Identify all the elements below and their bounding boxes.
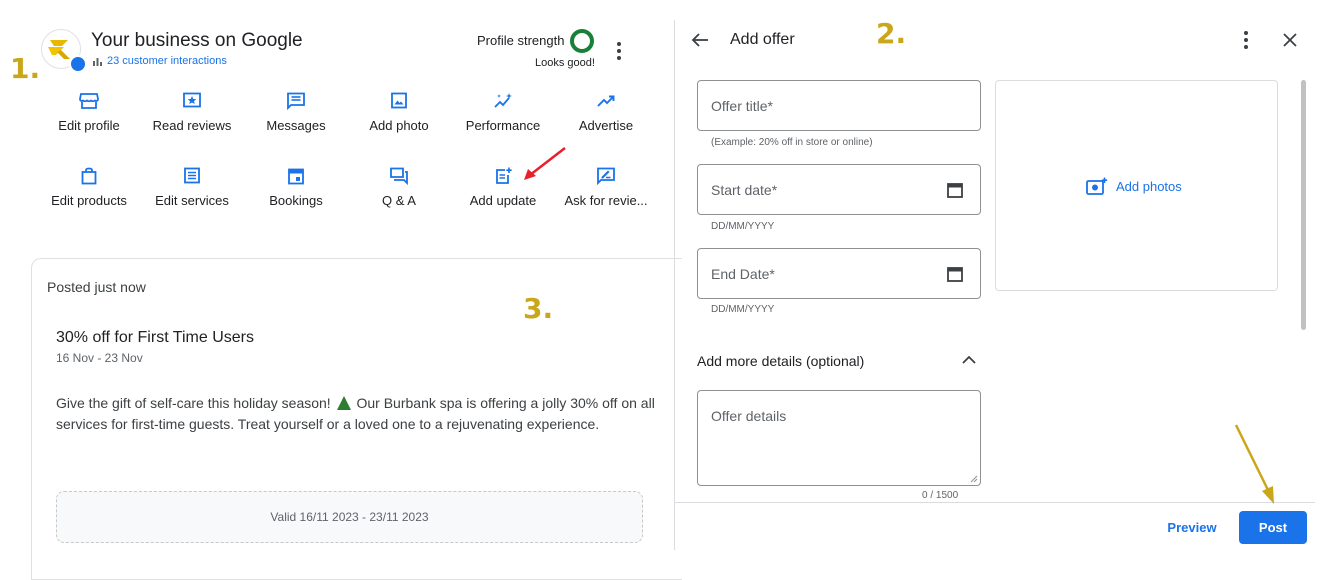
christmas-tree-icon [336, 396, 351, 410]
gold-annotation-arrow-icon [1234, 424, 1274, 504]
bookings-button[interactable]: Bookings [250, 167, 342, 208]
back-arrow-icon[interactable] [690, 30, 712, 50]
advertise-button[interactable]: Advertise [560, 92, 652, 133]
profile-strength-status: Looks good! [535, 57, 595, 69]
offer-title-helper: (Example: 20% off in store or online) [711, 137, 873, 148]
advertise-label: Advertise [578, 118, 634, 133]
post-add-icon [496, 167, 512, 184]
step-2-annotation: 2. [876, 17, 907, 50]
qa-label: Q & A [382, 193, 416, 208]
performance-button[interactable]: Performance [457, 92, 549, 133]
character-counter: 0 / 1500 [922, 490, 959, 501]
offer-details-textarea[interactable]: Offer details [697, 390, 981, 486]
post-button[interactable]: Post [1239, 511, 1307, 544]
photo-icon [391, 92, 407, 109]
edit-profile-label: Edit profile [58, 118, 120, 133]
edit-services-label: Edit services [155, 193, 229, 208]
star-review-icon [183, 92, 201, 108]
step-1-annotation: 1. [10, 52, 41, 85]
validity-box: Valid 16/11 2023 - 23/11 2023 [56, 491, 643, 543]
end-date-placeholder: End Date* [711, 266, 775, 282]
messages-button[interactable]: Messages [250, 92, 342, 133]
start-date-helper: DD/MM/YYYY [711, 221, 775, 232]
add-photo-button[interactable]: Add photo [353, 92, 445, 133]
post-title: 30% off for First Time Users [56, 329, 254, 346]
start-date-placeholder: Start date* [711, 182, 778, 198]
profile-strength-ring-icon[interactable] [570, 29, 594, 53]
rate-review-icon [597, 167, 615, 185]
edit-products-label: Edit products [51, 193, 127, 208]
list-icon [184, 167, 200, 184]
add-photo-label: Add photo [369, 118, 429, 133]
add-photos-button[interactable]: Add photos [1086, 177, 1182, 195]
shopping-bag-icon [81, 167, 97, 185]
message-icon [287, 92, 305, 110]
messages-label: Messages [266, 118, 326, 133]
profile-strength-label: Profile strength [477, 33, 565, 48]
offer-details-placeholder: Offer details [711, 408, 787, 424]
resize-handle-icon[interactable] [970, 475, 978, 483]
add-update-label: Add update [469, 193, 537, 208]
calendar-picker-icon[interactable] [946, 181, 964, 199]
edit-profile-button[interactable]: Edit profile [43, 92, 135, 133]
footer-divider [675, 502, 1315, 503]
post-body-intro: Give the gift of self-care this holiday … [56, 395, 331, 411]
qa-button[interactable]: Q & A [353, 167, 445, 208]
calendar-picker-icon[interactable] [946, 265, 964, 283]
posted-status: Posted just now [47, 279, 146, 295]
performance-label: Performance [465, 118, 541, 133]
business-title: Your business on Google [91, 30, 303, 51]
add-photos-label: Add photos [1116, 178, 1182, 194]
end-date-input[interactable]: End Date* [697, 248, 981, 299]
offer-title-placeholder: Offer title* [711, 98, 773, 114]
post-dates: 16 Nov - 23 Nov [56, 351, 143, 365]
offer-title-input[interactable]: Offer title* [697, 80, 981, 131]
business-logo[interactable] [41, 29, 87, 73]
edit-products-button[interactable]: Edit products [43, 167, 135, 208]
post-body: Give the gift of self-care this holiday … [56, 393, 656, 435]
validity-text: Valid 16/11 2023 - 23/11 2023 [270, 510, 429, 524]
add-photo-camera-icon [1086, 177, 1108, 195]
bookings-label: Bookings [269, 193, 323, 208]
panel-title: Add offer [730, 31, 795, 48]
scrollbar-thumb[interactable] [1301, 80, 1306, 330]
qa-icon [390, 167, 408, 185]
red-annotation-arrow-icon [524, 147, 566, 180]
verified-badge-icon [69, 55, 87, 73]
preview-button[interactable]: Preview [1160, 512, 1224, 542]
trending-up-icon [597, 95, 615, 107]
close-icon[interactable] [1281, 31, 1299, 49]
edit-services-button[interactable]: Edit services [146, 167, 238, 208]
panel-divider [674, 20, 675, 550]
store-icon [79, 93, 99, 109]
chevron-up-icon[interactable] [961, 354, 977, 366]
read-reviews-button[interactable]: Read reviews [146, 92, 238, 133]
bar-chart-icon [93, 57, 102, 66]
sparkle-chart-icon [494, 93, 512, 108]
interactions-label: 23 customer interactions [107, 55, 227, 67]
read-reviews-label: Read reviews [152, 118, 232, 133]
end-date-helper: DD/MM/YYYY [711, 304, 775, 315]
more-details-toggle[interactable]: Add more details (optional) [697, 353, 864, 369]
panel-more-options-icon[interactable] [1237, 29, 1255, 51]
calendar-icon [288, 168, 304, 185]
start-date-input[interactable]: Start date* [697, 164, 981, 215]
more-options-icon[interactable] [610, 40, 628, 62]
ask-for-reviews-label: Ask for revie... [564, 193, 648, 208]
customer-interactions-link[interactable]: 23 customer interactions [93, 55, 227, 67]
